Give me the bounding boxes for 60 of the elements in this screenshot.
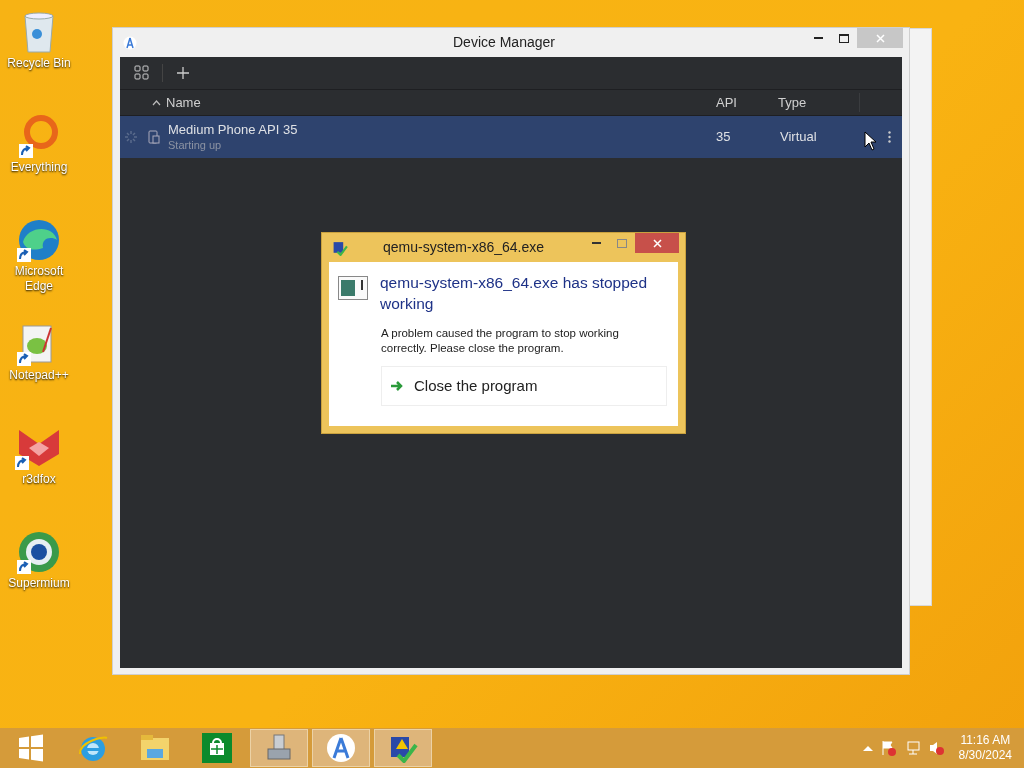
minimize-icon (813, 37, 823, 39)
store-icon (202, 733, 232, 763)
close-icon (652, 238, 662, 248)
network-icon (904, 740, 921, 756)
shortcut-label: Everything (10, 160, 68, 175)
device-type: Virtual (780, 128, 818, 147)
windows-logo-icon (17, 734, 45, 762)
compass-icon (123, 35, 137, 50)
desktop-shortcut[interactable]: Recycle Bin (1, 6, 77, 100)
desktop-shortcut[interactable]: r3dfox (1, 422, 77, 516)
computer-tools-icon (264, 733, 294, 763)
shortcut-label: Supermium (8, 576, 70, 591)
desktop-shortcut[interactable]: Supermium (1, 526, 77, 620)
device-row[interactable]: Medium Phone API 35 Starting up 35 Virtual (120, 116, 902, 158)
dialog-title: qemu-system-x86_64.exe (383, 238, 545, 257)
column-header[interactable]: Name (166, 92, 716, 113)
error-report-icon (332, 239, 348, 256)
taskbar-button[interactable] (374, 729, 432, 767)
desktop-shortcut[interactable]: Everything (1, 110, 77, 204)
taskbar-button[interactable] (312, 729, 370, 767)
layout-grid-button[interactable] (132, 63, 152, 83)
shortcut-label: Microsoft Edge (13, 264, 65, 294)
arrow-right-icon (390, 380, 404, 392)
compass-icon (326, 733, 356, 763)
desktop-shortcut[interactable]: Microsoft Edge (1, 214, 77, 308)
caret-up-icon (862, 745, 873, 751)
speaker-muted-icon (928, 740, 945, 756)
dialog-message: A problem caused the program to stop working correctly. Please close the program. (381, 326, 620, 356)
more-icon (887, 131, 891, 143)
window-title: Device Manager (453, 33, 555, 52)
program-window-icon (338, 276, 368, 300)
maximize-icon (617, 238, 627, 248)
column-header[interactable]: Type (778, 92, 860, 113)
dialog-heading: qemu-system-x86_64.exe has stopped working (380, 273, 649, 314)
device-name: Medium Phone API 35 (168, 122, 299, 138)
desktop-shortcut[interactable]: Notepad++ (1, 318, 77, 412)
taskbar-button[interactable] (250, 729, 308, 767)
close-button[interactable] (635, 233, 679, 253)
phone-icon (148, 130, 160, 144)
folder-icon (139, 733, 171, 763)
shortcut-label: r3dfox (22, 472, 56, 487)
shortcut-label: Notepad++ (9, 368, 69, 383)
wave-icon (17, 218, 61, 262)
maximize-icon (839, 33, 849, 43)
column-header[interactable]: API (716, 92, 778, 113)
sort-up-icon (152, 99, 161, 106)
minimize-icon (591, 242, 601, 244)
mouse-pointer-icon (864, 131, 877, 151)
grid-icon (134, 65, 150, 81)
clock-time: 11:16 AM (960, 733, 1011, 748)
api-level: 35 (716, 128, 732, 147)
flag-error-icon (880, 740, 897, 756)
close-program-button[interactable]: Close the program (381, 366, 667, 406)
clock-date: 8/30/2024 (958, 748, 1012, 763)
close-icon (875, 33, 885, 43)
device-status: Starting up (168, 138, 223, 152)
shortcut-label: Recycle Bin (7, 56, 71, 71)
spinner-icon (124, 130, 138, 144)
plus-icon (177, 67, 189, 79)
globe-icon (17, 530, 61, 574)
